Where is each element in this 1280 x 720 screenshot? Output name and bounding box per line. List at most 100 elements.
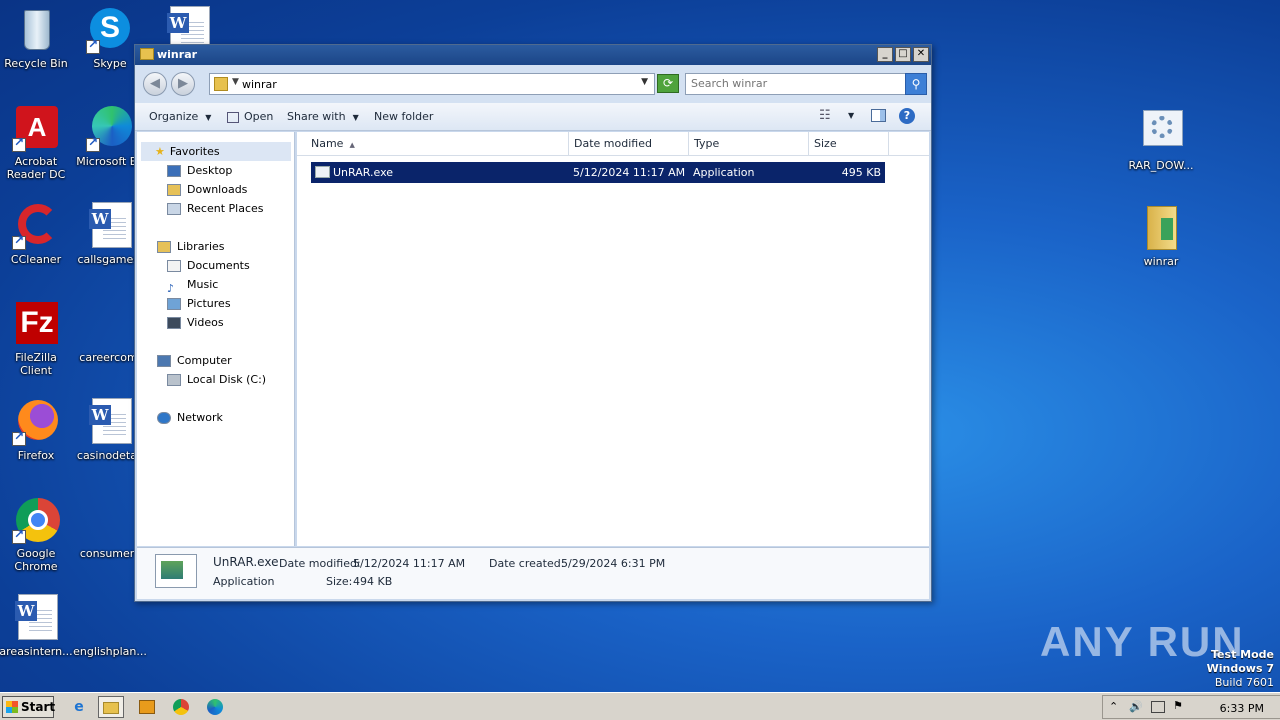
nav-label: Pictures [187, 297, 231, 310]
word-document-icon: W [86, 202, 134, 250]
search-icon[interactable]: ⚲ [905, 73, 927, 95]
share-with-button[interactable]: Share with ▼ [287, 110, 359, 123]
folder-icon [214, 77, 228, 91]
desktop-icon-label: RAR_DOW... [1128, 159, 1194, 172]
desktop-icon-ccleaner[interactable]: CCleaner [0, 202, 74, 266]
breadcrumb-arrow-icon[interactable]: ▼ [232, 77, 239, 87]
nav-libraries[interactable]: Libraries [157, 237, 225, 256]
volume-icon[interactable]: 🔊 [1129, 700, 1143, 713]
view-options-icon[interactable]: ☷ [819, 108, 831, 123]
clock[interactable]: 6:33 PM [1220, 702, 1264, 715]
details-size: 494 KB [353, 575, 393, 588]
desktop-icon-acrobat[interactable]: A Acrobat Reader DC [0, 104, 74, 181]
desktop-icon-label: areasintern... [0, 645, 73, 658]
search-input[interactable] [691, 77, 901, 90]
preview-pane-icon[interactable] [871, 109, 886, 122]
file-icon [86, 496, 134, 544]
explorer-taskbar-icon[interactable] [98, 696, 124, 718]
title-bar[interactable]: winrar _ □ ✕ [135, 45, 931, 65]
organize-button[interactable]: Organize ▼ [149, 110, 211, 123]
nav-label: Local Disk (C:) [187, 373, 267, 386]
media-player-icon[interactable] [134, 696, 160, 718]
nav-music[interactable]: ♪ Music [167, 275, 219, 295]
file-size: 495 KB [841, 166, 881, 179]
open-button[interactable]: Open [227, 110, 273, 123]
chevron-down-icon[interactable]: ▼ [848, 111, 854, 120]
nav-downloads[interactable]: Downloads [167, 180, 247, 199]
file-type: Application [693, 166, 755, 179]
new-folder-button[interactable]: New folder [374, 110, 433, 123]
file-date: 5/12/2024 11:17 AM [573, 166, 686, 179]
edge-icon[interactable] [202, 696, 228, 718]
details-created-label: Date created: [489, 557, 565, 570]
word-document-icon: W [86, 398, 134, 446]
test-mode-notice: Test Mode Windows 7 Build 7601 [1207, 648, 1274, 690]
desktop-icon-chrome[interactable]: Google Chrome [0, 496, 74, 573]
system-tray: ⌃ 🔊 ⚑ 6:33 PM [1102, 695, 1280, 719]
nav-favorites[interactable]: ★ Favorites [141, 142, 291, 161]
column-header-date[interactable]: Date modified [569, 132, 689, 156]
nav-label: Music [187, 278, 219, 291]
desktop-icon-englishplan[interactable]: englishplan... [72, 594, 148, 658]
desktop-icon-label: Firefox [17, 449, 55, 462]
nav-recent-places[interactable]: Recent Places [167, 199, 264, 218]
nav-label: Videos [187, 316, 224, 329]
nav-network[interactable]: Network [157, 408, 223, 427]
nav-label: Computer [177, 354, 232, 367]
settings-file-icon [1137, 108, 1185, 156]
breadcrumb[interactable]: winrar [242, 78, 277, 91]
help-icon[interactable]: ? [899, 108, 915, 124]
chrome-icon [12, 496, 60, 544]
desktop-icon-areasintern[interactable]: W areasintern... [0, 594, 74, 658]
star-icon: ★ [155, 145, 165, 158]
close-button[interactable]: ✕ [913, 47, 929, 62]
nav-label: Desktop [187, 164, 233, 177]
chevron-down-icon: ▼ [352, 113, 359, 122]
chrome-icon[interactable] [168, 696, 194, 718]
nav-local-disk[interactable]: Local Disk (C:) [167, 370, 266, 389]
start-button[interactable]: Start [2, 696, 55, 718]
desktop-icon-winrar-folder[interactable]: winrar [1123, 204, 1199, 268]
action-center-flag-icon[interactable]: ⚑ [1173, 699, 1183, 712]
minimize-button[interactable]: _ [877, 47, 893, 62]
desktop-icon-recycle-bin[interactable]: Recycle Bin [0, 6, 74, 70]
documents-icon [167, 260, 181, 272]
chevron-down-icon[interactable]: ▼ [641, 77, 648, 87]
nav-label: Recent Places [187, 202, 264, 215]
open-label: Open [244, 110, 274, 123]
column-header-type[interactable]: Type [689, 132, 809, 156]
desktop-icon-label: CCleaner [10, 253, 62, 266]
nav-documents[interactable]: Documents [167, 256, 250, 275]
address-bar[interactable]: ▼ winrar ▼ [209, 73, 655, 95]
desktop-icon-rar-download[interactable]: RAR_DOW... [1123, 108, 1199, 172]
show-hidden-icons-icon[interactable]: ⌃ [1109, 700, 1118, 713]
refresh-button[interactable]: ⟳ [657, 74, 679, 93]
nav-computer[interactable]: Computer [157, 351, 232, 370]
network-icon [157, 412, 171, 424]
navigation-pane: ★ Favorites Desktop Downloads Recent Plac… [137, 132, 295, 546]
nav-pictures[interactable]: Pictures [167, 294, 231, 313]
forward-button[interactable]: ▶ [171, 72, 195, 96]
nav-videos[interactable]: Videos [167, 313, 224, 332]
explorer-window: winrar _ □ ✕ ◀ ▶ ▼ winrar ▼ ⟳ ⚲ Organize… [134, 44, 932, 602]
back-button[interactable]: ◀ [143, 72, 167, 96]
chevron-down-icon: ▼ [205, 113, 212, 122]
nav-desktop[interactable]: Desktop [167, 161, 232, 180]
desktop-icon-filezilla[interactable]: Fz FileZilla Client [0, 300, 74, 377]
search-box[interactable]: ⚲ [685, 73, 927, 95]
address-bar-row: ◀ ▶ ▼ winrar ▼ ⟳ ⚲ [135, 65, 931, 103]
desktop-icon-firefox[interactable]: Firefox [0, 398, 74, 462]
window-title: winrar [157, 48, 198, 61]
column-header-size[interactable]: Size [809, 132, 889, 156]
column-header-name[interactable]: Name ▲ [297, 132, 569, 156]
taskbar: Start e ⌃ 🔊 ⚑ 6:33 PM [0, 692, 1280, 720]
internet-explorer-icon[interactable]: e [66, 696, 92, 718]
test-mode-line3: Build 7601 [1214, 676, 1274, 689]
sort-ascending-icon: ▲ [349, 141, 355, 149]
command-bar: Organize ▼ Open Share with ▼ New folder ☷ … [135, 103, 931, 131]
file-icon [86, 300, 134, 348]
maximize-button[interactable]: □ [895, 47, 911, 62]
network-tray-icon[interactable] [1151, 701, 1165, 713]
test-mode-line1: Test Mode [1211, 648, 1274, 661]
file-row[interactable]: UnRAR.exe 5/12/2024 11:17 AM Application… [311, 162, 885, 183]
